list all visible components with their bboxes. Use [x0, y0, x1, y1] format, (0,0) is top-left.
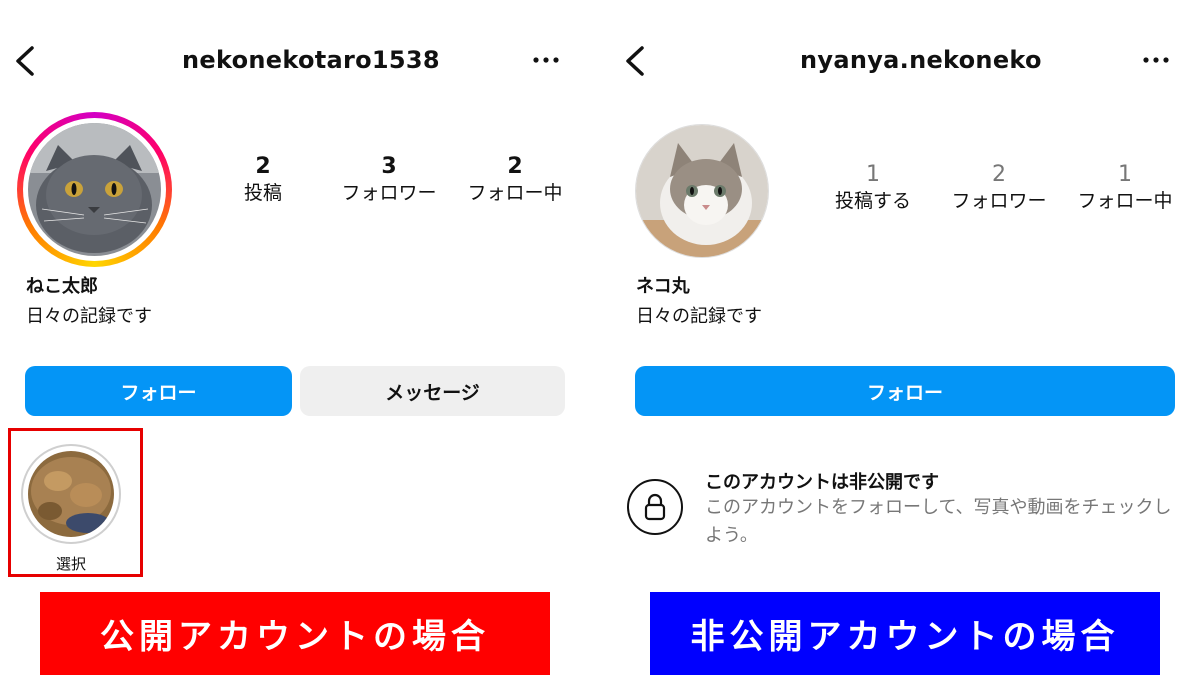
stat-posts-label: 投稿する — [834, 190, 911, 212]
stat-following-label: フォロー中 — [467, 182, 563, 204]
stat-followers-value: 2 — [992, 162, 1006, 187]
lock-icon — [627, 479, 683, 535]
stat-followers[interactable]: 2 フォロワー — [934, 162, 1064, 214]
private-account-description: このアカウントをフォローして、写真や動画をチェックしよう。 — [705, 497, 1172, 546]
more-options-icon[interactable] — [528, 44, 564, 76]
display-name: ネコ丸 — [636, 276, 690, 297]
back-arrow-icon[interactable] — [12, 44, 42, 78]
stat-followers-value: 3 — [381, 154, 397, 179]
private-account-banner: 非公開アカウントの場合 — [650, 592, 1160, 675]
back-arrow-icon[interactable] — [622, 44, 652, 78]
profile-avatar[interactable] — [28, 123, 161, 256]
stat-following-value: 1 — [1118, 162, 1132, 187]
stat-posts-label: 投稿 — [243, 182, 282, 204]
display-name: ねこ太郎 — [26, 276, 98, 297]
stat-following[interactable]: 1 フォロー中 — [1060, 162, 1190, 214]
profile-username: nyanya.nekoneko — [800, 46, 1042, 74]
stat-followers-label: フォロワー — [951, 190, 1047, 212]
profile-bio: 日々の記録です — [26, 306, 152, 327]
profile-username: nekonekotaro1538 — [182, 46, 440, 74]
story-highlight[interactable] — [21, 444, 121, 544]
stat-following-label: フォロー中 — [1077, 190, 1173, 212]
profile-bio: 日々の記録です — [636, 306, 762, 327]
private-profile-panel — [600, 0, 1200, 675]
profile-avatar[interactable] — [635, 124, 769, 258]
stat-posts-value: 1 — [866, 162, 880, 187]
stat-followers-label: フォロワー — [341, 182, 437, 204]
private-account-title: このアカウントは非公開です — [705, 472, 939, 493]
stat-posts[interactable]: 1 投稿する — [808, 162, 938, 214]
stat-followers[interactable]: 3 フォロワー — [324, 154, 454, 206]
stat-following-value: 2 — [507, 154, 523, 179]
message-button[interactable]: メッセージ — [300, 366, 565, 416]
public-account-banner: 公開アカウントの場合 — [40, 592, 550, 675]
stat-following[interactable]: 2 フォロー中 — [450, 154, 580, 206]
public-profile-panel: nekonekotaro1538 2 投稿 3 フォロワー 2 フォロー中 ねこ… — [0, 0, 600, 675]
stat-posts-value: 2 — [255, 154, 271, 179]
story-highlight-image — [28, 451, 114, 537]
follow-button[interactable]: フォロー — [635, 366, 1175, 416]
more-options-icon[interactable] — [1138, 44, 1174, 76]
stat-posts[interactable]: 2 投稿 — [198, 154, 328, 206]
story-highlight-label: 選択 — [55, 555, 86, 573]
follow-button[interactable]: フォロー — [25, 366, 292, 416]
